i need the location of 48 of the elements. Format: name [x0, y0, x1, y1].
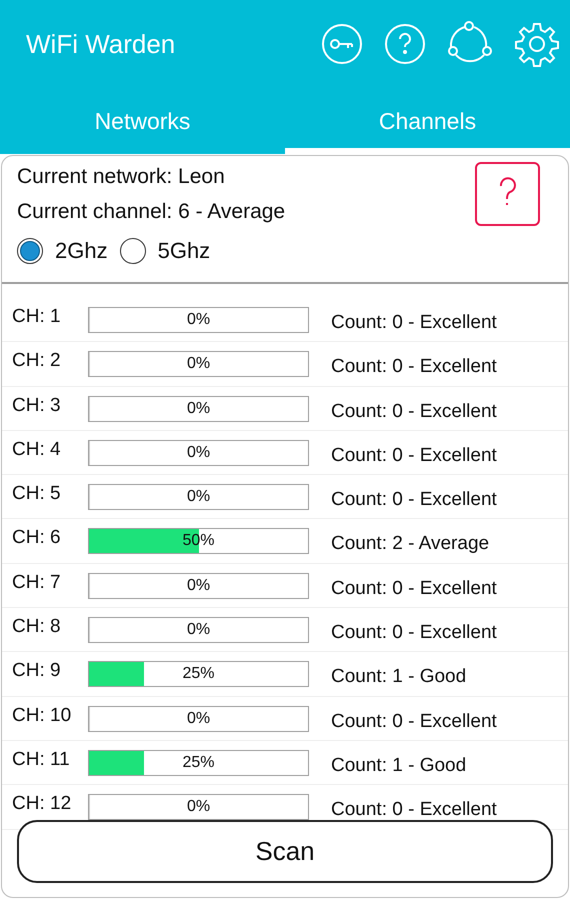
tab[interactable]: Channels — [285, 88, 570, 154]
channel-status: Count: 0 - Excellent — [331, 621, 497, 644]
key-icon[interactable] — [321, 23, 363, 65]
radio-label: 2Ghz — [55, 237, 108, 265]
channel-name: CH: 12 — [12, 792, 72, 816]
channel-label: Current channel: 6 - Average — [17, 199, 286, 225]
channel-status: Count: 2 - Average — [331, 532, 490, 556]
channel-status: Count: 1 - Good — [331, 665, 466, 688]
usage-reading: 0% — [186, 487, 210, 508]
channel-status: Count: 1 - Good — [331, 754, 466, 777]
channel-status: Count: 0 - Excellent — [331, 710, 497, 733]
usage-reading: 0% — [186, 398, 210, 419]
app-title: WiFi Warden — [26, 28, 176, 60]
usage-reading: 0% — [186, 576, 210, 596]
usage-reading: 0% — [186, 708, 210, 729]
channel-name: CH: 10 — [12, 704, 72, 727]
channel-status: Count: 0 - Excellent — [331, 400, 497, 423]
channel-status: Count: 0 - Excellent — [331, 798, 497, 822]
usage-reading: 0% — [186, 797, 210, 818]
channel-status: Count: 0 - Excellent — [331, 576, 497, 600]
usage-reading: 25% — [182, 752, 215, 773]
usage-reading: 0% — [186, 354, 210, 374]
usage-reading: 0% — [186, 620, 210, 640]
scan-button[interactable]: Scan — [17, 820, 553, 883]
channel-status: Count: 0 - Excellent — [331, 311, 497, 334]
channel-name: CH: 6 — [12, 526, 62, 550]
channel-name: CH: 1 — [12, 305, 62, 328]
usage-reading: 0% — [186, 442, 210, 463]
channel-status: Count: 0 - Excellent — [331, 355, 497, 378]
usage-reading: 0% — [186, 310, 210, 330]
channel-name: CH: 11 — [12, 748, 71, 771]
usage-reading: 25% — [182, 664, 215, 684]
channel-name: CH: 7 — [12, 570, 62, 594]
channel-name: CH: 3 — [12, 394, 62, 417]
radio-button[interactable] — [17, 238, 43, 264]
tab[interactable]: Networks — [0, 88, 285, 154]
network-label: Current network: Leon — [17, 164, 226, 190]
channel-status: Count: 0 - Excellent — [331, 444, 497, 467]
radio-label: 5Ghz — [158, 237, 210, 265]
channel-name: CH: 5 — [12, 482, 62, 506]
channel-name: CH: 4 — [12, 438, 62, 461]
help-icon[interactable] — [475, 162, 540, 226]
channel-status: Count: 0 - Excellent — [331, 488, 497, 512]
radio-button[interactable] — [120, 238, 146, 264]
channel-name: CH: 9 — [12, 659, 62, 682]
channel-name: CH: 8 — [12, 615, 62, 638]
channel-name: CH: 2 — [12, 349, 62, 372]
settings-icon[interactable] — [514, 21, 560, 67]
